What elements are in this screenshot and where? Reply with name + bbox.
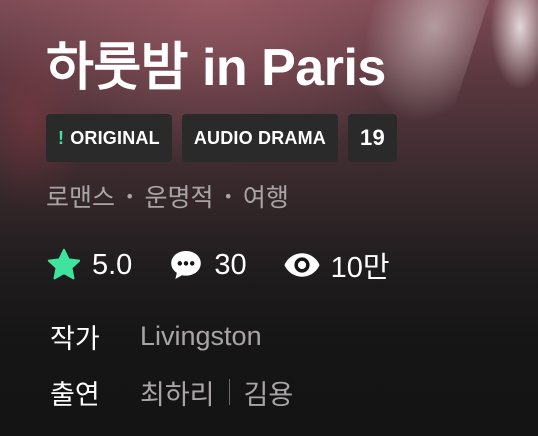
cast-divider	[228, 379, 230, 405]
author-row: 작가 Livingston	[46, 308, 528, 364]
content-type-badge: AUDIO DRAMA	[181, 114, 339, 162]
credits: 작가 Livingston 출연 최하리 김용	[46, 308, 528, 420]
page-title: 하룻밤 in Paris	[46, 39, 386, 97]
genre-tag: 로맨스	[46, 183, 116, 212]
cast-key: 출연	[50, 379, 100, 411]
cast-member-link[interactable]: 김용	[244, 373, 294, 412]
author-link[interactable]: Livingston	[140, 321, 262, 352]
genre-separator: •	[223, 186, 233, 206]
original-badge-label: ORIGINAL	[70, 127, 160, 148]
comments-count: 30	[214, 248, 247, 281]
age-rating-label: 19	[360, 125, 385, 150]
content-type-label: AUDIO DRAMA	[193, 127, 327, 148]
genre-tag: 여행	[242, 183, 289, 212]
cast-row: 출연 최하리 김용	[46, 364, 528, 420]
age-rating-badge: 19	[348, 114, 397, 162]
stats-row: 5.0 30 10만	[46, 244, 528, 286]
star-icon	[47, 248, 81, 280]
genre-list: 로맨스 • 운명적 • 여행	[46, 178, 528, 214]
author-key: 작가	[50, 323, 100, 355]
rating-stat: 5.0	[46, 248, 132, 282]
eye-icon	[284, 253, 320, 277]
badge-row: ! ORIGINAL AUDIO DRAMA 19	[46, 114, 528, 162]
genre-separator: •	[125, 186, 135, 206]
genre-tag: 운명적	[144, 183, 214, 212]
chat-bubble-icon	[171, 250, 202, 280]
rating-value: 5.0	[92, 248, 133, 281]
cast-member-link[interactable]: 최하리	[140, 373, 215, 412]
comments-stat[interactable]: 30	[168, 248, 247, 282]
original-mark-icon: !	[58, 127, 65, 148]
original-badge: ! ORIGINAL	[46, 114, 172, 162]
views-stat: 10만	[283, 244, 390, 286]
detail-header: 하룻밤 in Paris ! ORIGINAL AUDIO DRAMA 19 로…	[46, 36, 528, 420]
views-count: 10만	[330, 252, 390, 284]
